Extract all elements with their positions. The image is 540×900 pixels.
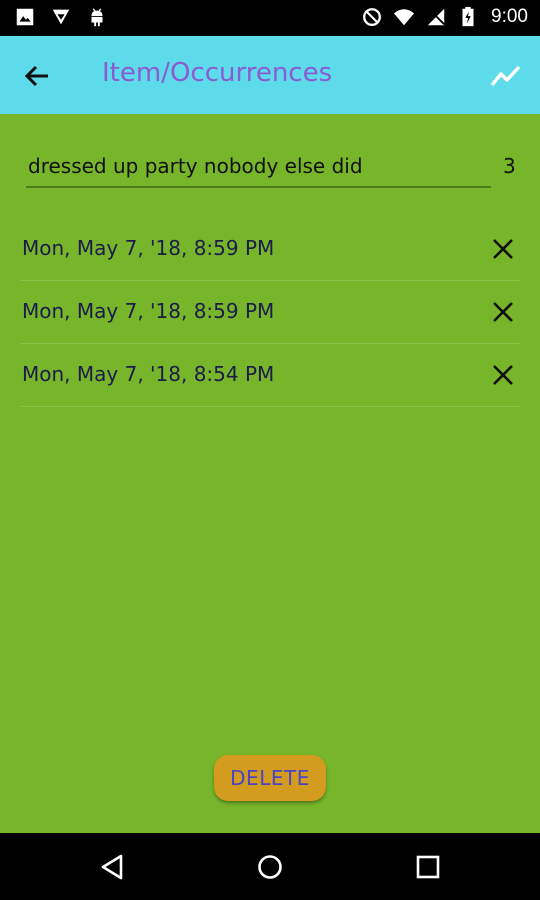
- navigation-bar: [0, 833, 540, 900]
- nav-back-icon[interactable]: [99, 853, 127, 881]
- list-item: Mon, May 7, '18, 8:59 PM: [20, 281, 520, 344]
- battery-icon: [462, 6, 474, 27]
- nav-recents-icon[interactable]: [414, 853, 442, 881]
- clock: 9:00: [491, 6, 528, 27]
- status-bar: 9:00: [0, 0, 540, 36]
- list-item: Mon, May 7, '18, 8:59 PM: [20, 218, 520, 281]
- close-icon[interactable]: [488, 360, 518, 390]
- item-name-text: dressed up party nobody else did: [28, 154, 363, 178]
- image-icon: [16, 8, 34, 26]
- occurrence-count: 3: [503, 154, 516, 178]
- back-arrow-icon[interactable]: [18, 56, 58, 96]
- android-icon: [91, 8, 103, 27]
- occurrence-timestamp: Mon, May 7, '18, 8:54 PM: [22, 362, 275, 386]
- page-title: Item/Occurrences: [102, 58, 333, 88]
- close-icon[interactable]: [488, 297, 518, 327]
- trend-chart-icon[interactable]: [488, 58, 524, 94]
- occurrence-list: Mon, May 7, '18, 8:59 PM Mon, May 7, '18…: [0, 218, 540, 407]
- item-name-field[interactable]: dressed up party nobody else did: [26, 148, 491, 188]
- delete-button-label: DELETE: [230, 766, 310, 790]
- occurrence-timestamp: Mon, May 7, '18, 8:59 PM: [22, 236, 275, 260]
- occurrence-timestamp: Mon, May 7, '18, 8:59 PM: [22, 299, 275, 323]
- close-icon[interactable]: [488, 234, 518, 264]
- app-bar: Item/Occurrences: [0, 36, 540, 114]
- wifi-icon: [393, 9, 415, 26]
- delete-button[interactable]: DELETE: [214, 755, 326, 801]
- list-item: Mon, May 7, '18, 8:54 PM: [20, 344, 520, 407]
- signal-icon: [427, 8, 445, 26]
- nav-home-icon[interactable]: [256, 853, 284, 881]
- dnd-icon: [363, 8, 381, 26]
- download-icon: [52, 9, 70, 25]
